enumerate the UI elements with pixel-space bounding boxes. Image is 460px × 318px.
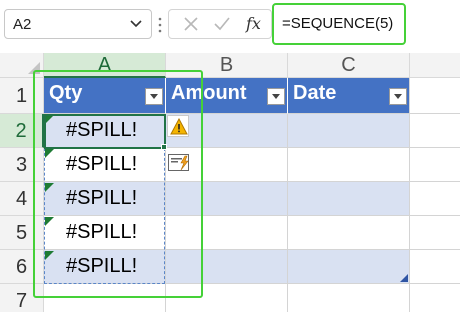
- cancel-x-icon[interactable]: [183, 16, 199, 32]
- table-resize-handle-icon[interactable]: [400, 274, 408, 282]
- table-header-date-label: Date: [293, 82, 337, 104]
- formula-controls: fx: [168, 9, 272, 39]
- svg-text:fx: fx: [245, 14, 261, 33]
- cell-d1[interactable]: [410, 78, 460, 114]
- name-box-value: A2: [13, 16, 32, 33]
- formula-text: =SEQUENCE(5): [282, 15, 394, 32]
- cell-c3[interactable]: [288, 148, 410, 182]
- formula-input[interactable]: =SEQUENCE(5): [272, 3, 406, 45]
- table-header-date[interactable]: Date: [288, 78, 410, 114]
- column-header-next[interactable]: [410, 53, 460, 78]
- column-header-c[interactable]: C: [288, 53, 410, 78]
- cell-c4[interactable]: [288, 182, 410, 216]
- name-box[interactable]: A2: [4, 9, 152, 39]
- check-icon[interactable]: [213, 16, 231, 32]
- filter-dropdown-icon[interactable]: [267, 88, 285, 105]
- cell-d3[interactable]: [410, 148, 460, 182]
- cell-c2[interactable]: [288, 114, 410, 148]
- cell-d4[interactable]: [410, 182, 460, 216]
- cell-c6[interactable]: [288, 250, 410, 284]
- more-options-icon[interactable]: [157, 17, 163, 33]
- fx-icon[interactable]: fx: [245, 14, 265, 34]
- cell-d5[interactable]: [410, 216, 460, 250]
- cell-c5[interactable]: [288, 216, 410, 250]
- highlight-frame-column-a: [33, 70, 203, 298]
- cell-c7[interactable]: [288, 284, 410, 312]
- chevron-down-icon[interactable]: [129, 17, 143, 31]
- cell-d6[interactable]: [410, 250, 460, 284]
- cell-d7[interactable]: [410, 284, 460, 312]
- cell-d2[interactable]: [410, 114, 460, 148]
- filter-dropdown-icon[interactable]: [389, 88, 407, 105]
